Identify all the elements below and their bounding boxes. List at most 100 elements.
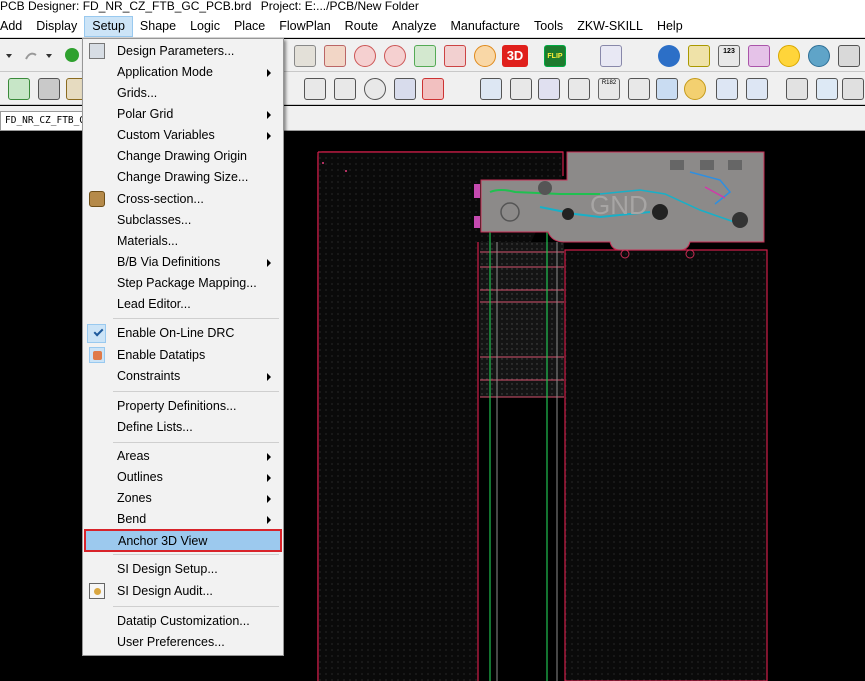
menu-item-define-lists[interactable]: Define Lists... (85, 417, 281, 438)
gnd-label: GND (590, 190, 648, 220)
menu-tools[interactable]: Tools (527, 16, 570, 37)
menu-analyze[interactable]: Analyze (385, 16, 443, 37)
circle-icon[interactable] (364, 78, 386, 100)
leaf-icon (65, 48, 79, 62)
menu-separator (113, 318, 279, 319)
menu-logic[interactable]: Logic (183, 16, 227, 37)
3d-view-icon[interactable]: 3D (502, 45, 528, 67)
menu-item-change-drawing-origin[interactable]: Change Drawing Origin (85, 146, 281, 167)
menu-item-lead-editor[interactable]: Lead Editor... (85, 294, 281, 315)
menu-bar: Add Display Setup Shape Logic Place Flow… (0, 15, 865, 38)
mirror-icon[interactable] (816, 78, 838, 100)
menu-flowplan[interactable]: FlowPlan (272, 16, 337, 37)
menu-manufacture[interactable]: Manufacture (444, 16, 527, 37)
refresh-icon[interactable] (474, 45, 496, 67)
menu-item-areas[interactable]: Areas (85, 446, 281, 467)
submenu-arrow-icon (267, 495, 271, 503)
menu-item-user-preferences[interactable]: User Preferences... (85, 632, 281, 653)
select-icon[interactable] (656, 78, 678, 100)
menu-item-property-definitions[interactable]: Property Definitions... (85, 396, 281, 417)
bars-icon[interactable] (838, 45, 860, 67)
analysis-icon[interactable] (600, 45, 622, 67)
menu-item-custom-variables[interactable]: Custom Variables (85, 125, 281, 146)
measure-icon[interactable] (684, 78, 706, 100)
zoom-world-icon[interactable] (444, 45, 466, 67)
menu-item-bb-via-definitions[interactable]: B/B Via Definitions (85, 252, 281, 273)
flip-icon[interactable]: FLIP (544, 45, 566, 67)
menu-item-si-design-audit[interactable]: SI Design Audit... (85, 581, 281, 602)
menu-add[interactable]: Add (0, 16, 29, 37)
undo-redo-group (6, 48, 79, 62)
menu-separator (113, 391, 279, 392)
menu-setup[interactable]: Setup (84, 15, 133, 37)
undo-dropdown-icon (6, 54, 12, 58)
menu-separator (113, 442, 279, 443)
menu-item-step-package-mapping[interactable]: Step Package Mapping... (85, 273, 281, 294)
camera-icon[interactable] (568, 78, 590, 100)
submenu-arrow-icon (267, 69, 271, 77)
project-path: Project: E:.../PCB/New Folder (260, 0, 419, 13)
redo-icon (25, 52, 37, 60)
menu-item-enable-datatips[interactable]: Enable Datatips (85, 345, 281, 366)
redo-dropdown-icon (46, 54, 52, 58)
gear-icon[interactable] (808, 45, 830, 67)
renumber-icon[interactable]: 123 (718, 45, 740, 67)
submenu-arrow-icon (267, 111, 271, 119)
property-icon[interactable] (688, 45, 710, 67)
menu-item-anchor-3d-view[interactable]: Anchor 3D View (84, 529, 282, 552)
layer-stack-icon[interactable] (38, 78, 60, 100)
menu-item-subclasses[interactable]: Subclasses... (85, 210, 281, 231)
book-icon[interactable] (510, 78, 532, 100)
zoom-in-icon[interactable] (324, 45, 346, 67)
brush-icon[interactable] (748, 45, 770, 67)
menu-item-polar-grid[interactable]: Polar Grid (85, 104, 281, 125)
zoom-previous-icon[interactable] (414, 45, 436, 67)
menu-item-enable-online-drc[interactable]: Enable On-Line DRC (85, 323, 281, 344)
info-icon[interactable] (658, 45, 680, 67)
frame-icon[interactable] (394, 78, 416, 100)
submenu-arrow-icon (267, 132, 271, 140)
submenu-arrow-icon (267, 516, 271, 524)
pin-grid-icon[interactable] (716, 78, 738, 100)
menu-help[interactable]: Help (650, 16, 690, 37)
menu-item-grids[interactable]: Grids... (85, 83, 281, 104)
rect-icon[interactable] (334, 78, 356, 100)
reference-icon[interactable]: R182 (598, 78, 620, 100)
title-bar: PCB Designer: FD_NR_CZ_FTB_GC_PCB.brd Pr… (0, 0, 865, 15)
menu-item-design-parameters[interactable]: Design Parameters... (85, 41, 281, 62)
menu-item-change-drawing-size[interactable]: Change Drawing Size... (85, 167, 281, 188)
sun-icon[interactable] (778, 45, 800, 67)
menu-route[interactable]: Route (338, 16, 385, 37)
grid-toggle-icon[interactable] (8, 78, 30, 100)
delete-icon[interactable] (422, 78, 444, 100)
menu-item-si-design-setup[interactable]: SI Design Setup... (85, 559, 281, 580)
probe-icon[interactable] (538, 78, 560, 100)
menu-shape[interactable]: Shape (133, 16, 183, 37)
menu-item-cross-section[interactable]: Cross-section... (85, 189, 281, 210)
flag-icon[interactable] (628, 78, 650, 100)
document-tab[interactable]: FD_NR_CZ_FTB_GC_PCB (0, 111, 90, 130)
array-icon[interactable] (746, 78, 768, 100)
menu-item-datatip-customization[interactable]: Datatip Customization... (85, 611, 281, 632)
zoom-fit-icon[interactable] (294, 45, 316, 67)
submenu-arrow-icon (267, 453, 271, 461)
flex-traces (480, 192, 564, 681)
menu-place[interactable]: Place (227, 16, 272, 37)
arc-icon[interactable] (304, 78, 326, 100)
menu-item-constraints[interactable]: Constraints (85, 366, 281, 387)
menu-item-bend[interactable]: Bend (85, 509, 281, 530)
submenu-arrow-icon (267, 373, 271, 381)
menu-item-materials[interactable]: Materials... (85, 231, 281, 252)
right-board-outline (564, 249, 768, 681)
zoom-in-plus-icon[interactable] (354, 45, 376, 67)
menu-item-zones[interactable]: Zones (85, 488, 281, 509)
menu-item-outlines[interactable]: Outlines (85, 467, 281, 488)
copy-icon[interactable] (786, 78, 808, 100)
menu-display[interactable]: Display (29, 16, 84, 37)
menu-zkw-skill[interactable]: ZKW-SKILL (570, 16, 650, 37)
component-icon[interactable] (842, 78, 864, 100)
zoom-out-icon[interactable] (384, 45, 406, 67)
odb-icon[interactable] (480, 78, 502, 100)
audit-icon (89, 583, 105, 599)
menu-item-application-mode[interactable]: Application Mode (85, 62, 281, 83)
